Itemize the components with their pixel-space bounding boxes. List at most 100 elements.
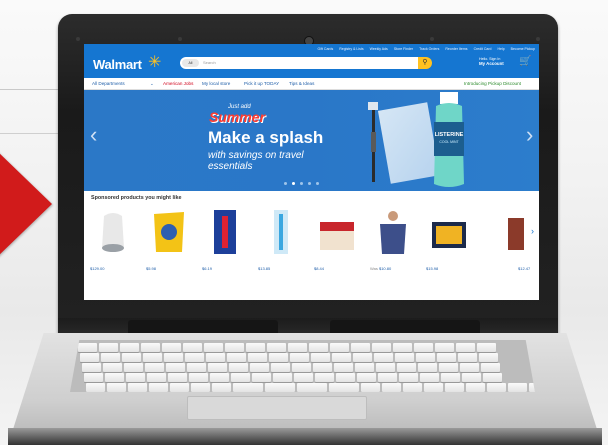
keyboard-key <box>311 353 330 362</box>
keyboard-key <box>376 363 395 372</box>
product-card[interactable]: $12.47 <box>480 204 539 284</box>
keyboard-key <box>107 383 126 392</box>
keyboard-key <box>479 353 498 362</box>
keyboard-key <box>481 363 500 372</box>
sponsored-title: Sponsored products you might like <box>91 195 182 201</box>
carousel-dot[interactable] <box>300 182 303 185</box>
search-input[interactable]: Search <box>203 60 216 65</box>
cart-icon[interactable]: 🛒 <box>519 56 531 67</box>
top-link[interactable]: Help <box>497 47 504 51</box>
carousel-dot[interactable] <box>308 182 311 185</box>
keyboard-key <box>399 373 418 382</box>
keyboard-key <box>141 343 160 352</box>
top-link[interactable]: Track Orders <box>419 47 439 51</box>
carousel-next-icon[interactable]: › <box>526 124 533 146</box>
all-departments-link[interactable]: All Departments <box>92 81 125 86</box>
carousel-next-icon[interactable]: › <box>531 226 534 236</box>
promo-link[interactable]: American Jobs <box>163 81 193 86</box>
account-menu[interactable]: Hello. Sign In My Account <box>479 57 504 66</box>
keyboard-key <box>329 383 359 392</box>
nutrition-shakes-image <box>320 222 354 250</box>
top-link[interactable]: Store Finder <box>394 47 413 51</box>
keyboard-key <box>424 383 443 392</box>
keyboard-key <box>309 343 328 352</box>
keyboard-key <box>128 383 147 392</box>
keyboard-key <box>374 353 393 362</box>
keyboard-key <box>189 373 208 382</box>
product-price: $8.44 <box>314 266 325 271</box>
t-shirt-image <box>380 211 406 254</box>
carousel-dot[interactable] <box>316 182 319 185</box>
keyboard-key <box>99 343 118 352</box>
pickup-discount-link[interactable]: Introducing Pickup Discount <box>464 81 521 86</box>
keyboard-key <box>477 343 496 352</box>
top-link[interactable]: Become Pickup <box>511 47 535 51</box>
product-price: $13.85 <box>258 266 271 271</box>
department-select[interactable]: All <box>182 59 199 67</box>
product-card[interactable]: $129.00 <box>88 204 138 284</box>
product-price: $129.00 <box>90 266 105 271</box>
top-link[interactable]: Gift Cards <box>318 47 334 51</box>
subnav-link[interactable]: Tips & Ideas <box>289 81 314 86</box>
screw-icon <box>430 37 434 41</box>
keyboard-key <box>403 383 422 392</box>
carousel-dot[interactable] <box>284 182 287 185</box>
product-card[interactable]: Was $10.80 <box>368 204 418 284</box>
subnav-link[interactable]: My local store <box>202 81 230 86</box>
keyboard-key <box>334 363 353 372</box>
keyboard-key <box>164 353 183 362</box>
keyboard-key <box>361 383 380 392</box>
keyboard-key <box>208 363 227 372</box>
keyboard-key <box>143 353 162 362</box>
keyboard-key <box>210 373 229 382</box>
keyboard-key <box>187 363 206 372</box>
product-card[interactable]: $5.98 <box>144 204 194 284</box>
product-card[interactable]: $8.44 <box>312 204 362 284</box>
top-link[interactable]: Registry & Lists <box>339 47 363 51</box>
sub-navigation: All Departments ⌄ American Jobs My local… <box>84 78 539 90</box>
top-link[interactable]: Reorder Items <box>445 47 467 51</box>
keyboard-key <box>206 353 225 362</box>
bottle-label: LISTERINE <box>435 132 464 138</box>
site-header: Gift Cards Registry & Lists Weekly Ads S… <box>84 44 539 78</box>
product-card[interactable]: $6.19 <box>200 204 250 284</box>
keyboard-key <box>233 383 263 392</box>
keyboard-key <box>297 383 327 392</box>
keyboard-key <box>252 373 271 382</box>
my-account-label: My Account <box>479 61 504 66</box>
product-price: $15.98 <box>426 266 439 271</box>
hero-banner[interactable]: ‹ › Just add Summer Make a splash with s… <box>84 90 539 191</box>
keyboard-key <box>439 363 458 372</box>
keyboard-key <box>149 383 168 392</box>
keyboard-key <box>227 353 246 362</box>
keyboard-key <box>397 363 416 372</box>
carousel-dot[interactable] <box>292 182 295 185</box>
keyboard-key <box>372 343 391 352</box>
search-button[interactable]: ⚲ <box>418 57 432 69</box>
product-price: Was $10.80 <box>370 266 391 271</box>
keyboard-key <box>120 343 139 352</box>
product-card[interactable]: $15.98 <box>424 204 474 284</box>
hero-subline: with savings on travel essentials <box>208 150 304 172</box>
keyboard-key <box>248 353 267 362</box>
carousel-prev-icon[interactable]: ‹ <box>90 124 97 146</box>
keyboard-key <box>162 343 181 352</box>
keyboard-key <box>420 373 439 382</box>
keyboard-row <box>82 363 500 372</box>
subnav-link[interactable]: Pick it up TODAY <box>244 81 279 86</box>
product-card[interactable]: $13.85 <box>256 204 306 284</box>
search-bar[interactable]: All Search <box>180 57 430 69</box>
top-link[interactable]: Weekly Ads <box>370 47 388 51</box>
keyboard-key <box>288 343 307 352</box>
walmart-logo[interactable]: Walmart <box>93 57 142 72</box>
keyboard-key <box>418 363 437 372</box>
keyboard-key <box>231 373 250 382</box>
keyboard-key <box>353 353 372 362</box>
keyboard-key <box>355 363 374 372</box>
product-price: $5.98 <box>146 266 157 271</box>
keyboard-key <box>294 373 313 382</box>
top-link[interactable]: Credit Card <box>474 47 492 51</box>
touchpad <box>187 396 367 420</box>
was-label: Was <box>370 266 378 271</box>
carousel-dots <box>284 182 319 185</box>
